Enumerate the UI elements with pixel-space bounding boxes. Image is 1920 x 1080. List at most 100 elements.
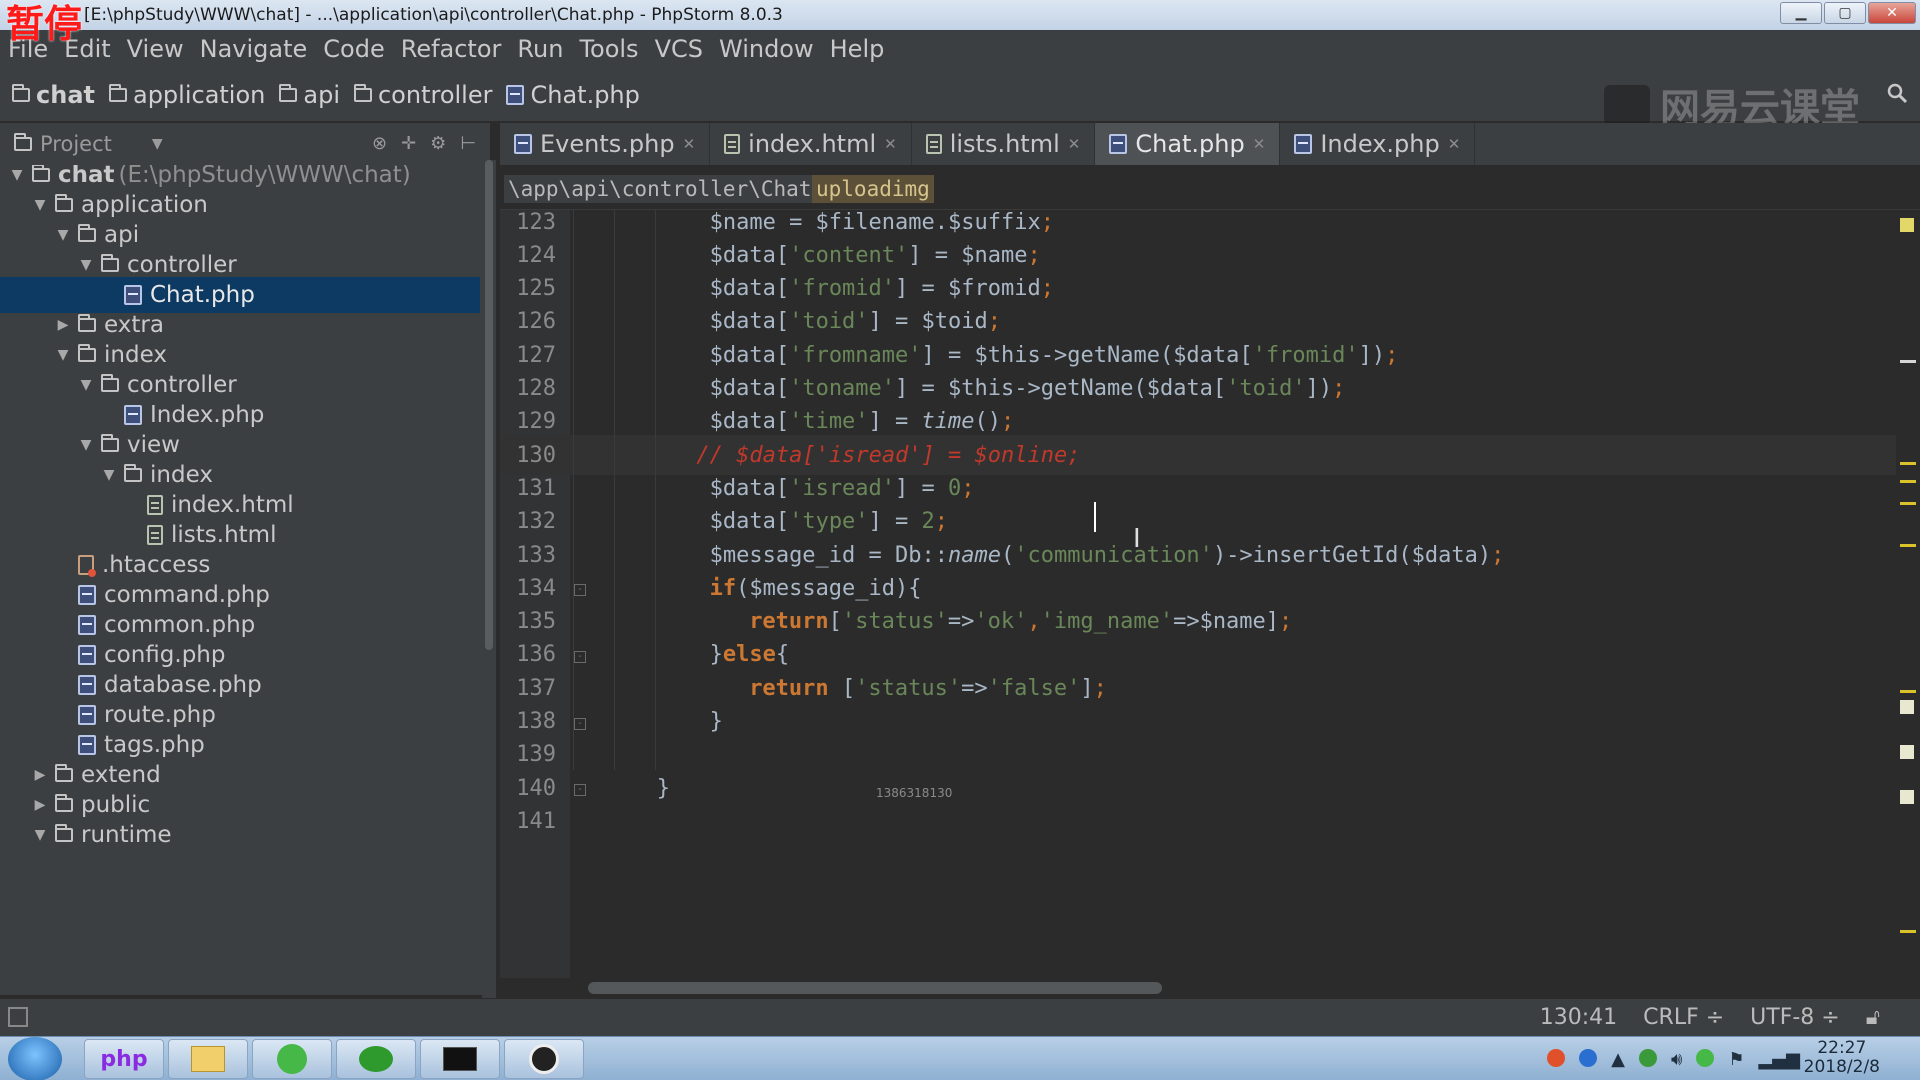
menu-navigate[interactable]: Navigate xyxy=(200,35,308,63)
taskbar-obs[interactable] xyxy=(504,1039,584,1079)
code-token: $data[ xyxy=(709,242,790,268)
php-file-icon xyxy=(78,675,96,695)
menu-refactor[interactable]: Refactor xyxy=(401,35,502,63)
stripe-marker[interactable] xyxy=(1900,480,1916,483)
stripe-marker[interactable] xyxy=(1900,360,1916,363)
close-tab-icon[interactable]: ✕ xyxy=(1448,135,1461,153)
fold-toggle-icon[interactable]: - xyxy=(574,584,586,597)
close-tab-icon[interactable]: ✕ xyxy=(1253,135,1266,153)
start-button[interactable] xyxy=(8,1037,62,1080)
menu-window[interactable]: Window xyxy=(719,35,814,63)
settings-gear-icon[interactable]: ⚙ xyxy=(430,133,446,154)
collapsed-arrow-icon[interactable]: ▶ xyxy=(29,797,51,813)
tab-index-php[interactable]: Index.php ✕ xyxy=(1280,123,1476,165)
expanded-arrow-icon[interactable]: ▼ xyxy=(29,197,51,213)
tree-item-runtime[interactable]: ▼ runtime xyxy=(0,817,480,853)
analysis-status-marker[interactable] xyxy=(1900,218,1914,232)
line-separator[interactable]: CRLF ÷ xyxy=(1643,1005,1724,1030)
expanded-arrow-icon[interactable]: ▼ xyxy=(52,347,74,363)
scrollbar-thumb[interactable] xyxy=(485,160,493,650)
close-tab-icon[interactable]: ✕ xyxy=(683,135,696,153)
cursor-position[interactable]: 130:41 xyxy=(1540,1005,1617,1030)
flag-icon[interactable]: ⚑ xyxy=(1728,1049,1744,1070)
expanded-arrow-icon[interactable]: ▼ xyxy=(75,257,97,273)
breadcrumb-chat[interactable]: chat xyxy=(12,81,95,109)
close-tab-icon[interactable]: ✕ xyxy=(1068,135,1081,153)
collapsed-arrow-icon[interactable]: ▶ xyxy=(52,317,74,333)
menu-vcs[interactable]: VCS xyxy=(655,35,703,63)
scrollbar-thumb[interactable] xyxy=(588,982,1162,994)
menu-tools[interactable]: Tools xyxy=(579,35,638,63)
method-crumb[interactable]: uploadimg xyxy=(812,175,934,203)
tab-chat-php[interactable]: Chat.php ✕ xyxy=(1095,123,1281,165)
taskbar-phpstorm[interactable]: php xyxy=(84,1039,164,1079)
help-icon[interactable] xyxy=(1579,1049,1598,1067)
tab-index-html[interactable]: index.html ✕ xyxy=(710,123,912,165)
menu-run[interactable]: Run xyxy=(517,35,563,63)
stripe-marker[interactable] xyxy=(1900,700,1914,714)
menu-view[interactable]: View xyxy=(127,35,184,63)
tab-events-php[interactable]: Events.php ✕ xyxy=(500,123,711,165)
code-token: $name = $filename. xyxy=(709,210,949,235)
close-button[interactable]: ✕ xyxy=(1868,2,1916,24)
expand-tray-icon[interactable]: ▲ xyxy=(1611,1049,1625,1070)
taskbar-terminal[interactable] xyxy=(420,1039,500,1079)
scroll-from-source-icon[interactable]: ⊗ xyxy=(372,133,387,154)
html-file-icon xyxy=(147,495,163,515)
menu-help[interactable]: Help xyxy=(830,35,885,63)
project-scrollbar[interactable] xyxy=(482,160,496,1000)
tab-lists-html[interactable]: lists.html ✕ xyxy=(912,123,1096,165)
taskbar-browser[interactable] xyxy=(252,1039,332,1079)
stripe-marker[interactable] xyxy=(1900,544,1916,547)
stripe-marker[interactable] xyxy=(1900,462,1916,465)
expanded-arrow-icon[interactable]: ▼ xyxy=(75,437,97,453)
expanded-arrow-icon[interactable]: ▼ xyxy=(29,827,51,843)
hide-panel-icon[interactable]: ⊢ xyxy=(460,133,476,154)
horizontal-scrollbar[interactable] xyxy=(500,978,1900,998)
stripe-marker[interactable] xyxy=(1900,790,1914,804)
minimize-button[interactable]: ▁ xyxy=(1780,2,1822,24)
stripe-marker[interactable] xyxy=(1900,690,1916,693)
error-stripe[interactable] xyxy=(1896,210,1920,980)
volume-icon[interactable]: 🔊︎ xyxy=(1671,1049,1682,1070)
collapsed-arrow-icon[interactable]: ▶ xyxy=(29,767,51,783)
breadcrumb-chat-php[interactable]: Chat.php xyxy=(506,81,640,109)
network-status-icon[interactable] xyxy=(1696,1049,1715,1067)
expanded-arrow-icon[interactable]: ▼ xyxy=(52,227,74,243)
breadcrumb-controller[interactable]: controller xyxy=(353,81,492,109)
close-tab-icon[interactable]: ✕ xyxy=(884,135,897,153)
stripe-marker[interactable] xyxy=(1900,930,1916,933)
chevron-down-icon[interactable]: ▼ xyxy=(152,136,163,152)
folder-icon xyxy=(32,165,50,182)
stripe-marker[interactable] xyxy=(1900,502,1916,505)
tool-windows-icon[interactable] xyxy=(8,1007,28,1027)
tree-item-label: api xyxy=(104,222,140,248)
code-line[interactable]: 141 xyxy=(500,801,1900,841)
stripe-marker[interactable] xyxy=(1900,745,1914,759)
clock[interactable]: 22:27 2018/2/8 xyxy=(1804,1039,1880,1077)
fold-toggle-icon[interactable]: - xyxy=(574,717,586,730)
menu-code[interactable]: Code xyxy=(323,35,384,63)
input-method-icon[interactable] xyxy=(1547,1049,1566,1067)
shield-icon[interactable] xyxy=(1638,1049,1657,1067)
expanded-arrow-icon[interactable]: ▼ xyxy=(6,167,28,183)
project-view-selector[interactable]: Project xyxy=(40,132,112,156)
tree-item-label: index.html xyxy=(171,492,294,518)
file-encoding[interactable]: UTF-8 ÷ xyxy=(1750,1005,1840,1030)
search-icon[interactable] xyxy=(1886,82,1908,104)
lock-icon[interactable]: 🔓︎ xyxy=(1866,1005,1880,1030)
maximize-button[interactable]: ▢ xyxy=(1824,2,1866,24)
expanded-arrow-icon[interactable]: ▼ xyxy=(98,467,120,483)
collapse-all-icon[interactable]: ✛ xyxy=(401,133,416,154)
taskbar-explorer[interactable] xyxy=(168,1039,248,1079)
breadcrumb-api[interactable]: api xyxy=(279,81,340,109)
taskbar-app[interactable] xyxy=(336,1039,416,1079)
expanded-arrow-icon[interactable]: ▼ xyxy=(75,377,97,393)
code-editor[interactable]: 123 $name = $filename.$suffix; 124 $data['c… xyxy=(500,210,1900,980)
breadcrumb-application[interactable]: application xyxy=(108,81,265,109)
signal-icon[interactable]: ▂▄▆ xyxy=(1758,1049,1800,1070)
fold-toggle-icon[interactable]: - xyxy=(574,650,586,663)
class-path-crumb[interactable]: \app\api\controller\Chat xyxy=(504,175,816,203)
fold-toggle-icon[interactable]: - xyxy=(574,784,586,797)
pause-badge[interactable]: 暂停 xyxy=(6,4,82,44)
